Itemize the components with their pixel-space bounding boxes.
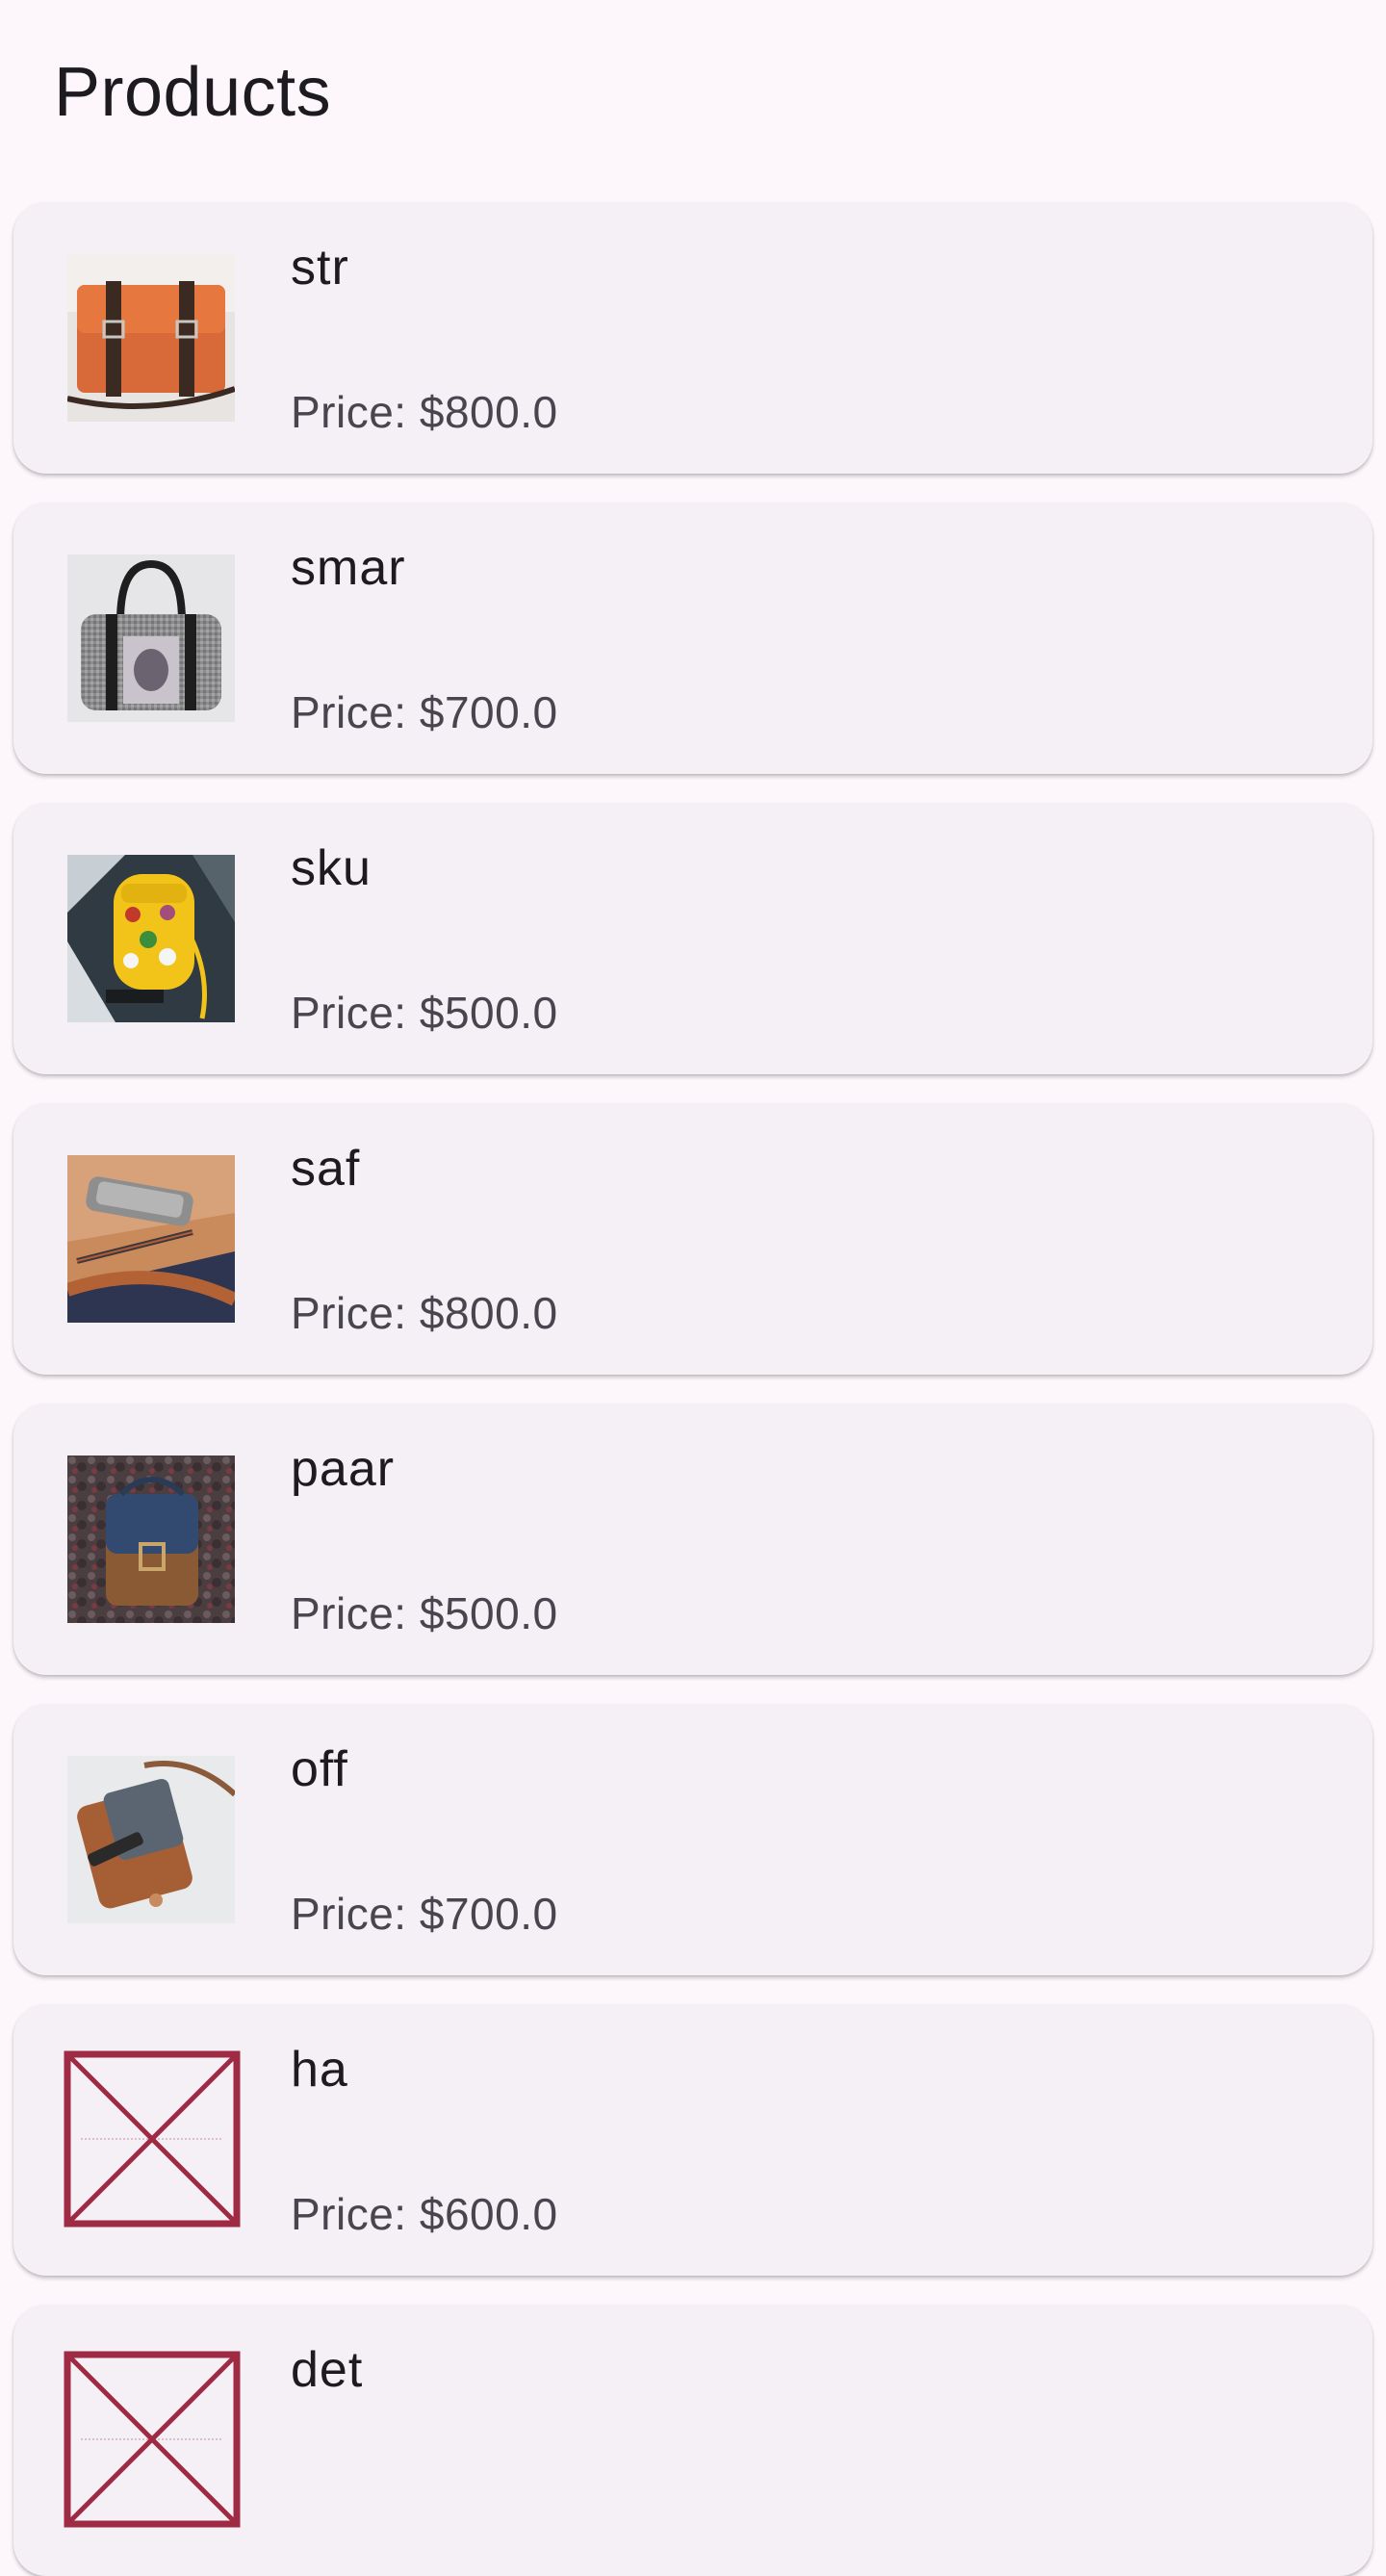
- leather-bag-contents-photo: [67, 1155, 235, 1323]
- product-card[interactable]: ha Price: $600.0: [13, 2004, 1373, 2276]
- product-name: ha: [291, 2042, 348, 2098]
- product-price: Price: $500.0: [291, 1588, 558, 1638]
- product-name: det: [291, 2342, 364, 2398]
- product-card[interactable]: det: [13, 2305, 1373, 2576]
- product-name: str: [291, 240, 349, 296]
- orange-leather-satchel-photo: [67, 254, 235, 422]
- broken-image-icon: [64, 2050, 241, 2228]
- product-name: saf: [291, 1141, 361, 1197]
- product-price: Price: $800.0: [291, 387, 558, 437]
- product-price: Price: $500.0: [291, 988, 558, 1038]
- blue-leather-bag-photo: [67, 1455, 235, 1623]
- product-name: paar: [291, 1441, 396, 1497]
- product-card[interactable]: smar Price: $700.0: [13, 502, 1373, 774]
- product-image: [67, 1155, 235, 1323]
- product-card[interactable]: off Price: $700.0: [13, 1704, 1373, 1975]
- product-price: Price: $600.0: [291, 2189, 558, 2239]
- page-title: Products: [54, 54, 332, 131]
- gray-handbag-photo: [67, 554, 235, 722]
- product-image: [67, 1756, 235, 1923]
- product-card[interactable]: str Price: $800.0: [13, 202, 1373, 474]
- product-price: Price: $700.0: [291, 687, 558, 737]
- product-image: [67, 554, 235, 722]
- broken-image-icon: [64, 2351, 241, 2528]
- product-image: [67, 254, 235, 422]
- product-card[interactable]: paar Price: $500.0: [13, 1404, 1373, 1675]
- product-name: smar: [291, 540, 406, 596]
- product-image: [67, 1455, 235, 1623]
- product-card[interactable]: sku Price: $500.0: [13, 803, 1373, 1074]
- product-price: Price: $700.0: [291, 1889, 558, 1939]
- yellow-backpack-photo: [67, 855, 235, 1022]
- product-price: Price: $800.0: [291, 1288, 558, 1338]
- product-image: [67, 855, 235, 1022]
- product-card[interactable]: saf Price: $800.0: [13, 1103, 1373, 1375]
- app-bar: Products: [0, 0, 1386, 189]
- open-bag-flatlay-photo: [67, 1756, 235, 1923]
- product-name: off: [291, 1741, 348, 1797]
- product-name: sku: [291, 840, 372, 896]
